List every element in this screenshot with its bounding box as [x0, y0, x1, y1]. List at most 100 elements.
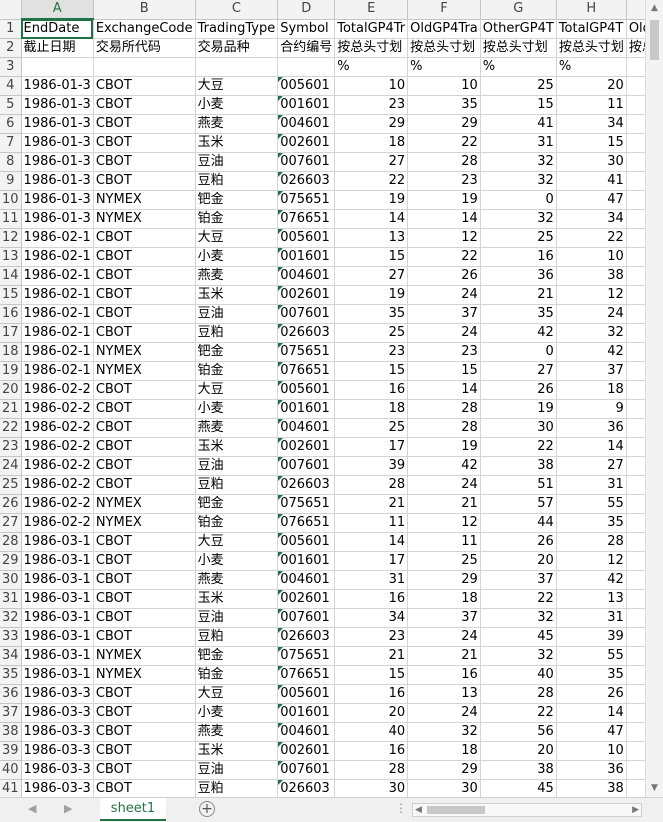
symbol-cell[interactable]: 005601	[277, 380, 336, 400]
row-header[interactable]: 3	[0, 57, 22, 77]
exchange-cell[interactable]: CBOT	[93, 551, 196, 571]
value-cell[interactable]: 9	[556, 399, 627, 419]
value-cell[interactable]: 27	[480, 361, 557, 381]
value-cell[interactable]: 41	[480, 114, 557, 134]
product-cell[interactable]: 铂金	[195, 513, 279, 533]
row-header[interactable]: 35	[0, 665, 22, 685]
header-cell[interactable]: OldGP4Tra	[407, 19, 481, 39]
empty-cell[interactable]	[626, 722, 645, 742]
date-cell[interactable]: 1986-01-3	[21, 95, 94, 115]
row-header[interactable]: 15	[0, 285, 22, 305]
empty-cell[interactable]	[626, 285, 645, 305]
symbol-cell[interactable]: 002601	[277, 589, 336, 609]
date-cell[interactable]: 1986-02-2	[21, 380, 94, 400]
header-cell[interactable]: %	[407, 57, 481, 77]
value-cell[interactable]: 38	[480, 456, 557, 476]
value-cell[interactable]: 22	[556, 228, 627, 248]
value-cell[interactable]: 34	[556, 209, 627, 229]
row-header[interactable]: 37	[0, 703, 22, 723]
value-cell[interactable]: 30	[334, 779, 409, 797]
exchange-cell[interactable]: NYMEX	[93, 665, 196, 685]
exchange-cell[interactable]: CBOT	[93, 608, 196, 628]
empty-cell[interactable]	[626, 456, 645, 476]
row-header[interactable]: 31	[0, 589, 22, 609]
value-cell[interactable]: 39	[334, 456, 409, 476]
value-cell[interactable]: 21	[407, 646, 481, 666]
value-cell[interactable]: 19	[480, 399, 557, 419]
product-cell[interactable]: 豆油	[195, 304, 279, 324]
row-header[interactable]: 29	[0, 551, 22, 571]
product-cell[interactable]: 玉米	[195, 133, 279, 153]
symbol-cell[interactable]: 005601	[277, 684, 336, 704]
symbol-cell[interactable]: 004601	[277, 114, 336, 134]
exchange-cell[interactable]: CBOT	[93, 399, 196, 419]
header-cell[interactable]: EndDate	[21, 19, 94, 39]
symbol-cell[interactable]: 026603	[277, 475, 336, 495]
value-cell[interactable]: 22	[480, 437, 557, 457]
column-header-g[interactable]: G	[480, 0, 557, 20]
date-cell[interactable]: 1986-03-1	[21, 627, 94, 647]
row-header[interactable]: 38	[0, 722, 22, 742]
value-cell[interactable]: 34	[556, 114, 627, 134]
value-cell[interactable]: 15	[334, 247, 409, 267]
value-cell[interactable]: 32	[407, 722, 481, 742]
horizontal-scrollbar[interactable]: ◀ ▶	[412, 803, 642, 817]
value-cell[interactable]: 41	[556, 171, 627, 191]
value-cell[interactable]: 22	[334, 171, 409, 191]
scroll-left-arrow-icon[interactable]: ◀	[415, 804, 422, 816]
symbol-cell[interactable]: 001601	[277, 399, 336, 419]
value-cell[interactable]: 16	[334, 684, 409, 704]
date-cell[interactable]: 1986-02-2	[21, 437, 94, 457]
symbol-cell[interactable]: 005601	[277, 76, 336, 96]
header-cell[interactable]: 按总头寸划	[407, 38, 481, 58]
value-cell[interactable]: 35	[480, 304, 557, 324]
symbol-cell[interactable]: 026603	[277, 323, 336, 343]
row-header[interactable]: 40	[0, 760, 22, 780]
value-cell[interactable]: 55	[556, 494, 627, 514]
prev-sheet-icon[interactable]: ◀	[28, 802, 36, 815]
empty-cell[interactable]	[626, 209, 645, 229]
symbol-cell[interactable]: 076651	[277, 665, 336, 685]
symbol-cell[interactable]: 005601	[277, 228, 336, 248]
value-cell[interactable]: 10	[334, 76, 409, 96]
date-cell[interactable]: 1986-03-1	[21, 608, 94, 628]
row-header[interactable]: 16	[0, 304, 22, 324]
symbol-cell[interactable]: 002601	[277, 437, 336, 457]
value-cell[interactable]: 45	[480, 627, 557, 647]
value-cell[interactable]: 42	[407, 456, 481, 476]
exchange-cell[interactable]: CBOT	[93, 779, 196, 797]
value-cell[interactable]: 39	[556, 627, 627, 647]
value-cell[interactable]: 24	[407, 475, 481, 495]
product-cell[interactable]: 燕麦	[195, 570, 279, 590]
empty-cell[interactable]	[626, 133, 645, 153]
header-cell[interactable]: 按总头寸划	[480, 38, 557, 58]
date-cell[interactable]: 1986-03-1	[21, 589, 94, 609]
value-cell[interactable]: 12	[407, 228, 481, 248]
value-cell[interactable]: 55	[556, 646, 627, 666]
row-header[interactable]: 6	[0, 114, 22, 134]
symbol-cell[interactable]: 026603	[277, 779, 336, 797]
value-cell[interactable]: 25	[480, 76, 557, 96]
exchange-cell[interactable]: NYMEX	[93, 494, 196, 514]
exchange-cell[interactable]: CBOT	[93, 380, 196, 400]
empty-cell[interactable]	[626, 513, 645, 533]
empty-cell[interactable]	[626, 190, 645, 210]
header-cell[interactable]: %	[556, 57, 627, 77]
product-cell[interactable]: 小麦	[195, 551, 279, 571]
header-cell[interactable]: 按总头	[626, 38, 645, 58]
empty-cell[interactable]	[626, 418, 645, 438]
value-cell[interactable]: 45	[480, 779, 557, 797]
date-cell[interactable]: 1986-03-3	[21, 779, 94, 797]
value-cell[interactable]: 25	[480, 228, 557, 248]
header-cell[interactable]: %	[334, 57, 409, 77]
exchange-cell[interactable]: CBOT	[93, 627, 196, 647]
symbol-cell[interactable]: 007601	[277, 760, 336, 780]
spreadsheet-grid[interactable]: ABCDEFGHI 1EndDateExchangeCodeTradingTyp…	[0, 0, 645, 797]
header-cell[interactable]	[195, 57, 279, 77]
value-cell[interactable]: 36	[480, 266, 557, 286]
date-cell[interactable]: 1986-01-3	[21, 114, 94, 134]
value-cell[interactable]: 47	[556, 722, 627, 742]
symbol-cell[interactable]: 001601	[277, 703, 336, 723]
value-cell[interactable]: 23	[407, 171, 481, 191]
date-cell[interactable]: 1986-02-2	[21, 456, 94, 476]
